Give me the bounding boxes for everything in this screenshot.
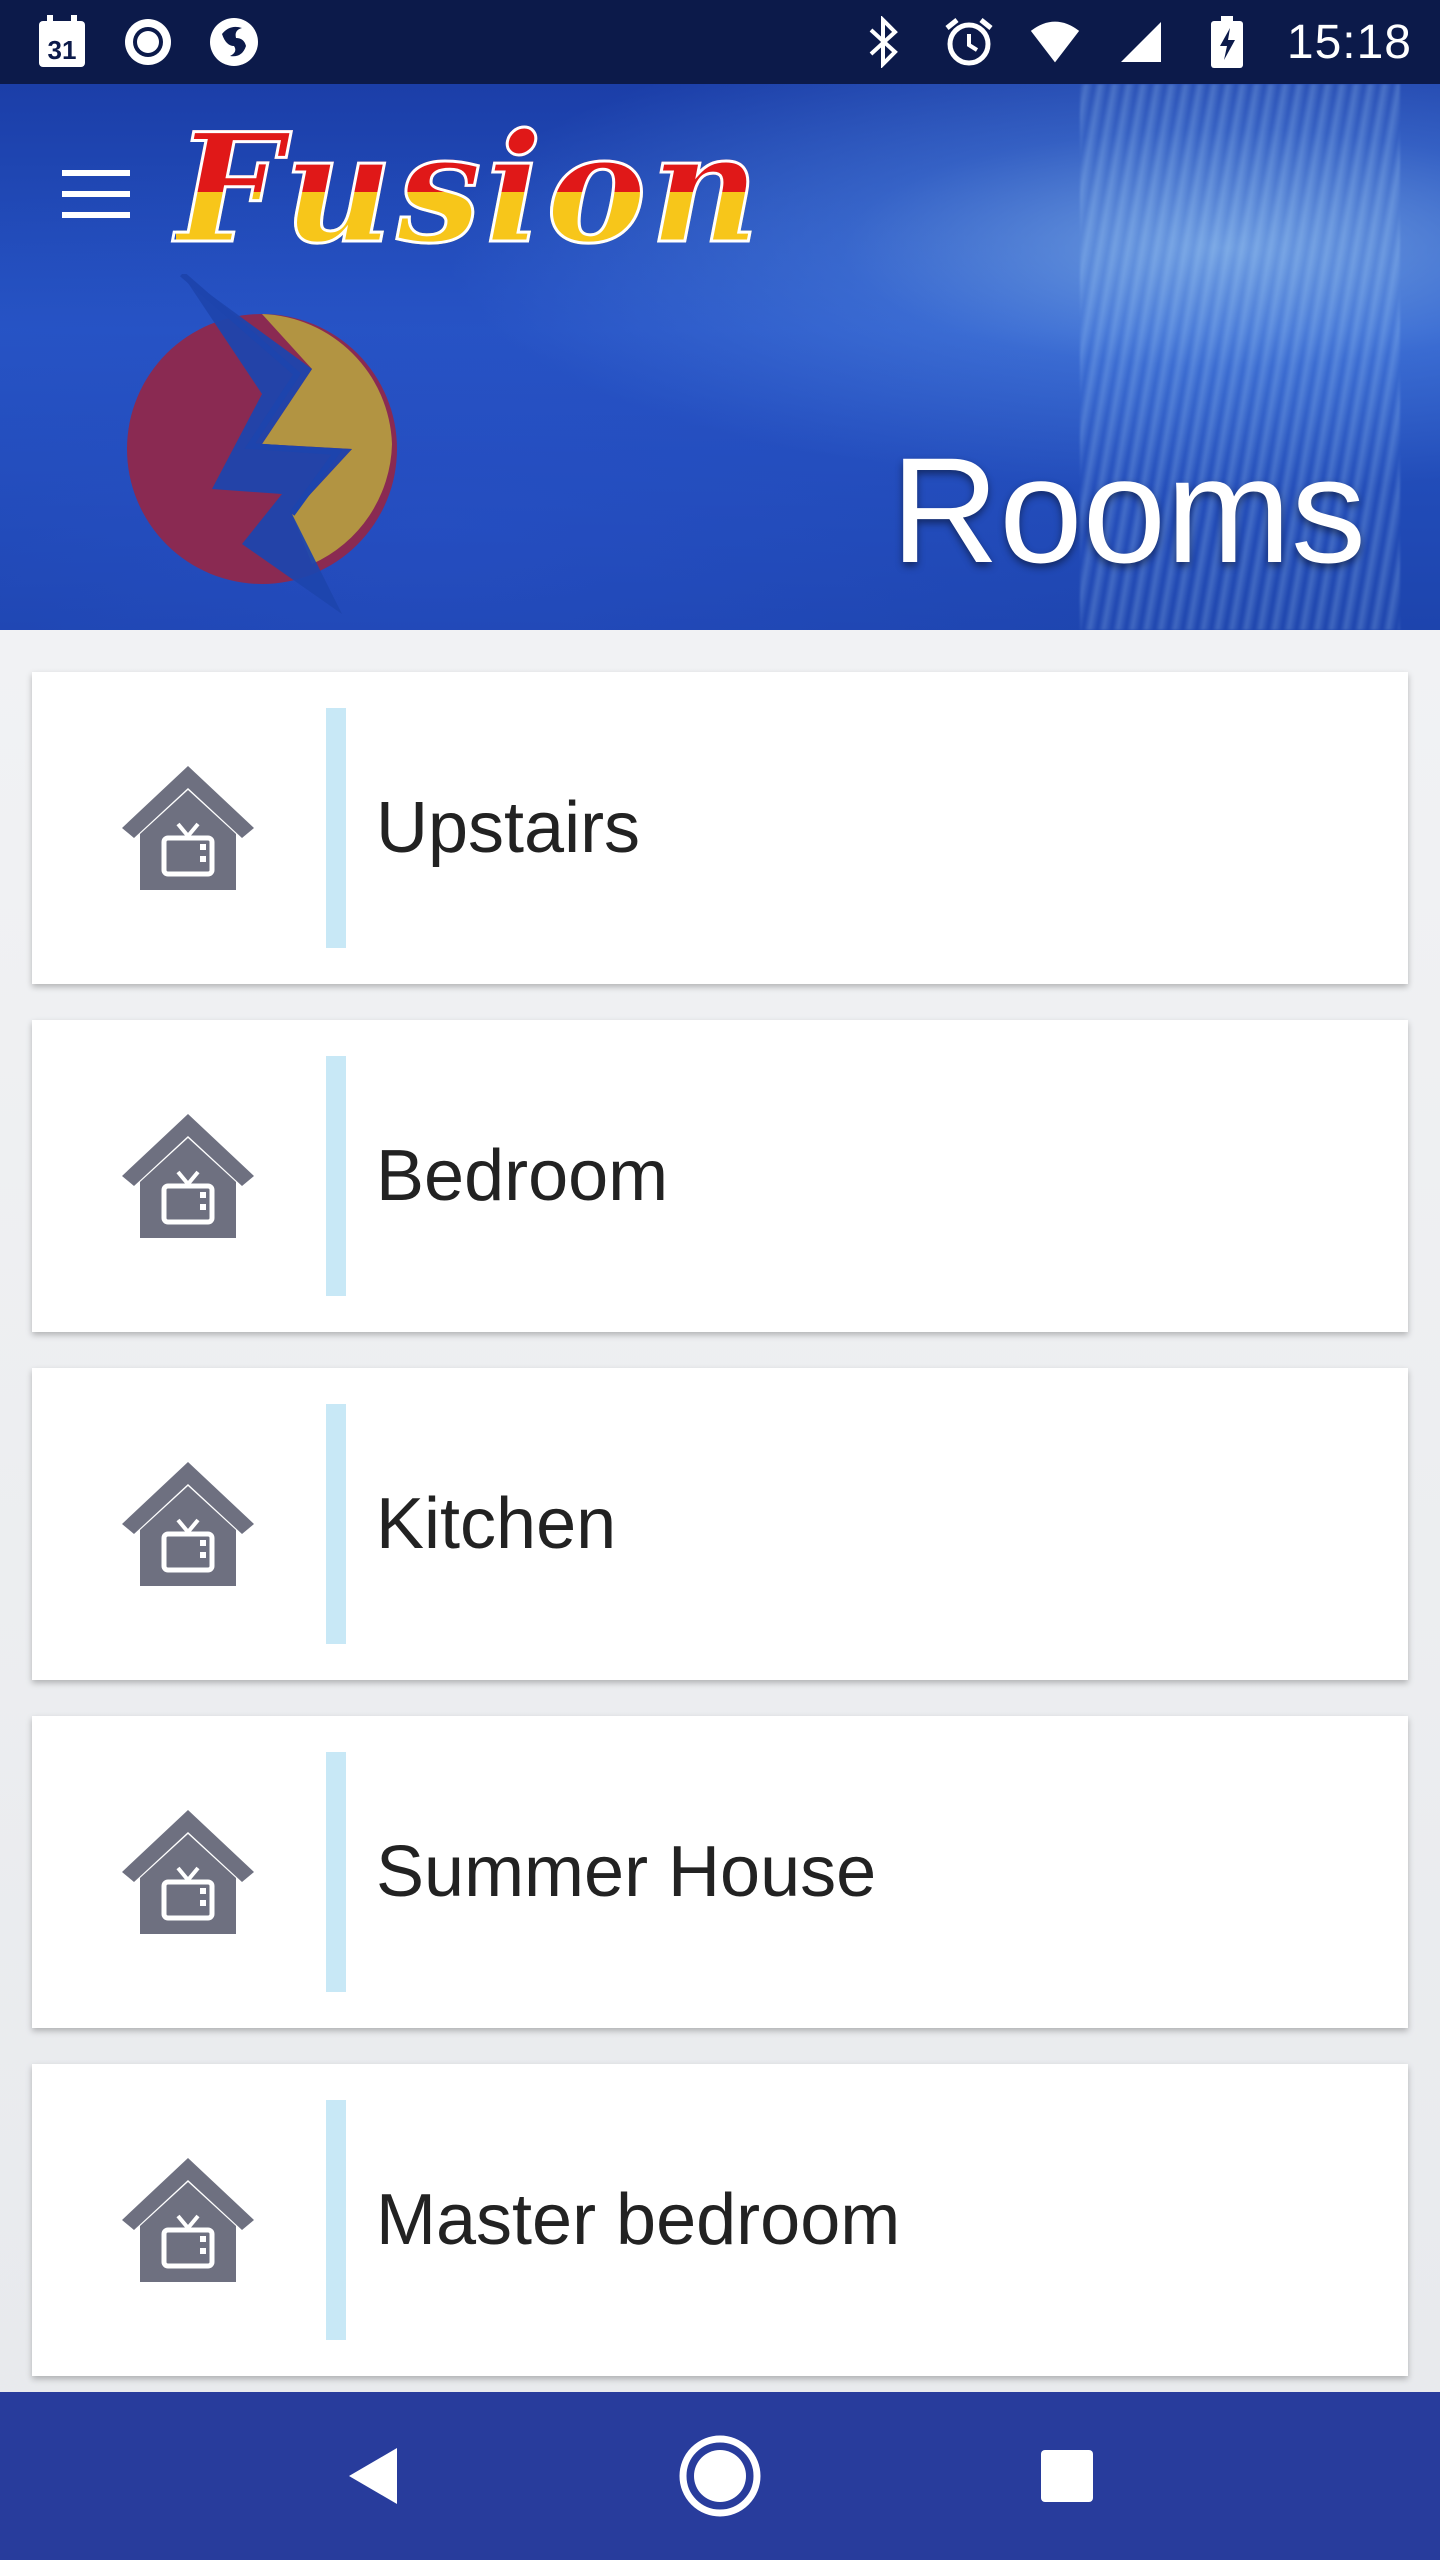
room-divider xyxy=(326,1404,346,1644)
room-card-bedroom[interactable]: Bedroom xyxy=(32,1020,1408,1332)
room-divider xyxy=(326,708,346,948)
room-label: Summer House xyxy=(376,1832,877,1912)
house-tv-icon xyxy=(122,766,254,890)
emblem-logo xyxy=(127,274,397,614)
status-right-icons: 15:18 xyxy=(857,15,1412,70)
alarm-icon xyxy=(943,16,995,68)
cellular-icon xyxy=(1115,16,1167,68)
status-left-icons: 31 xyxy=(36,15,260,68)
back-icon xyxy=(349,2448,398,2504)
house-tv-icon xyxy=(122,1462,254,1586)
recents-icon xyxy=(1040,2450,1093,2502)
room-card-kitchen[interactable]: Kitchen xyxy=(32,1368,1408,1680)
room-label: Kitchen xyxy=(376,1484,617,1564)
bluetooth-icon xyxy=(857,16,909,68)
room-label: Master bedroom xyxy=(376,2180,901,2260)
room-card-master-bedroom[interactable]: Master bedroom xyxy=(32,2064,1408,2376)
house-tv-icon xyxy=(122,2158,254,2282)
wifi-icon xyxy=(1029,16,1081,68)
home-icon xyxy=(679,2435,761,2517)
back-button[interactable] xyxy=(323,2426,423,2526)
page-title: Rooms xyxy=(890,426,1366,594)
house-tv-icon xyxy=(122,1810,254,1934)
room-divider xyxy=(326,1056,346,1296)
calendar-icon: 31 xyxy=(36,15,88,68)
firefox-icon xyxy=(208,16,260,68)
recents-button[interactable] xyxy=(1017,2426,1117,2526)
house-tv-icon xyxy=(122,1114,254,1238)
room-label: Bedroom xyxy=(376,1136,669,1216)
room-divider xyxy=(326,2100,346,2340)
header-banner: Fusion Rooms xyxy=(0,84,1440,630)
brand-logo: Fusion xyxy=(174,101,764,277)
room-list: Upstairs Bedroom Kitchen Summer House Ma… xyxy=(0,630,1440,2392)
status-time: 15:18 xyxy=(1286,15,1412,69)
room-card-summer-house[interactable]: Summer House xyxy=(32,1716,1408,2028)
record-icon xyxy=(122,16,174,68)
system-nav-bar xyxy=(0,2392,1440,2560)
battery-charging-icon xyxy=(1201,16,1253,68)
room-card-upstairs[interactable]: Upstairs xyxy=(32,672,1408,984)
hamburger-menu-icon xyxy=(62,170,130,218)
home-button[interactable] xyxy=(670,2426,770,2526)
room-divider xyxy=(326,1752,346,1992)
room-label: Upstairs xyxy=(376,788,641,868)
status-bar: 31 15:18 xyxy=(0,0,1440,84)
menu-button[interactable] xyxy=(56,154,136,234)
calendar-day: 31 xyxy=(48,35,77,65)
